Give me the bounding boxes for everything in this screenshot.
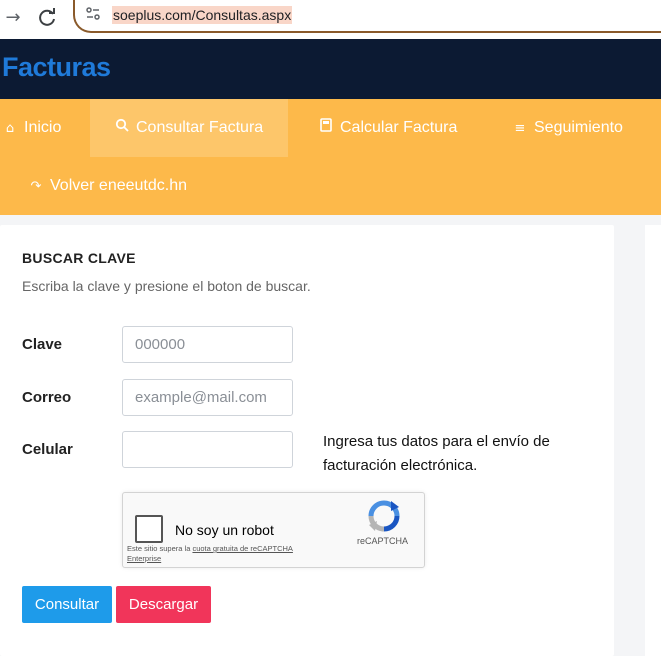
menu-item-consultar-factura[interactable]: Consultar Factura	[90, 99, 288, 157]
menu-item-label: Inicio	[24, 119, 62, 136]
celular-input[interactable]	[122, 431, 293, 468]
home-icon: ⌂	[5, 121, 15, 136]
calculator-icon	[318, 100, 334, 158]
descargar-button[interactable]: Descargar	[116, 586, 211, 623]
card-title: BUSCAR CLAVE	[22, 250, 136, 266]
url-text[interactable]: soeplus.com/Consultas.aspx	[112, 6, 293, 24]
consultar-button[interactable]: Consultar	[22, 586, 112, 623]
recaptcha-checkbox[interactable]	[135, 515, 163, 543]
recaptcha-widget: No soy un robot reCAPTCHA Este sitio sup…	[122, 492, 425, 568]
clave-input[interactable]	[122, 326, 293, 363]
recaptcha-fineprint: Este sitio supera la cuota gratuita de r…	[127, 544, 297, 564]
menu-item-label: Calcular Factura	[340, 119, 458, 136]
list-icon: ≡	[514, 121, 526, 136]
app-header: Facturas	[0, 39, 661, 99]
site-info-icon[interactable]	[85, 6, 101, 22]
return-arrow-icon: ↷	[30, 179, 42, 194]
menu-item-inicio[interactable]: ⌂ Inicio	[2, 99, 62, 157]
right-side-panel	[645, 225, 661, 656]
recaptcha-label: No soy un robot	[175, 522, 274, 538]
clave-label: Clave	[22, 336, 63, 353]
recaptcha-brand: reCAPTCHA	[357, 536, 409, 546]
menu-item-calcular-factura[interactable]: Calcular Factura	[318, 99, 457, 157]
recaptcha-logo-icon	[367, 499, 401, 533]
menu-item-label: Consultar Factura	[136, 119, 264, 136]
reload-icon[interactable]	[35, 5, 61, 31]
celular-label: Celular	[22, 441, 73, 458]
main-menu: ⌂ Inicio Consultar Factura Calcular Factu…	[0, 99, 661, 215]
app-title[interactable]: Facturas	[2, 52, 111, 83]
menu-item-volver[interactable]: ↷ Volver eneeutdc.hn	[28, 157, 187, 215]
search-icon	[114, 100, 130, 158]
address-bar[interactable]: soeplus.com/Consultas.aspx	[73, 0, 661, 33]
correo-input[interactable]	[122, 379, 293, 416]
card-subtitle: Escriba la clave y presione el boton de …	[22, 278, 311, 294]
recaptcha-fineprint-text: Este sitio supera la	[127, 544, 193, 553]
menu-item-label: Volver eneeutdc.hn	[50, 177, 187, 194]
search-key-card: BUSCAR CLAVE Escriba la clave y presione…	[0, 225, 614, 656]
menu-item-label: Seguimiento	[534, 119, 623, 136]
electronic-billing-note: Ingresa tus datos para el envío de factu…	[323, 433, 550, 474]
browser-toolbar: → soeplus.com/Consultas.aspx	[0, 0, 661, 39]
back-arrow-icon[interactable]: →	[0, 5, 26, 31]
menu-item-seguimiento[interactable]: ≡ Seguimiento	[512, 99, 623, 157]
correo-label: Correo	[22, 389, 72, 406]
